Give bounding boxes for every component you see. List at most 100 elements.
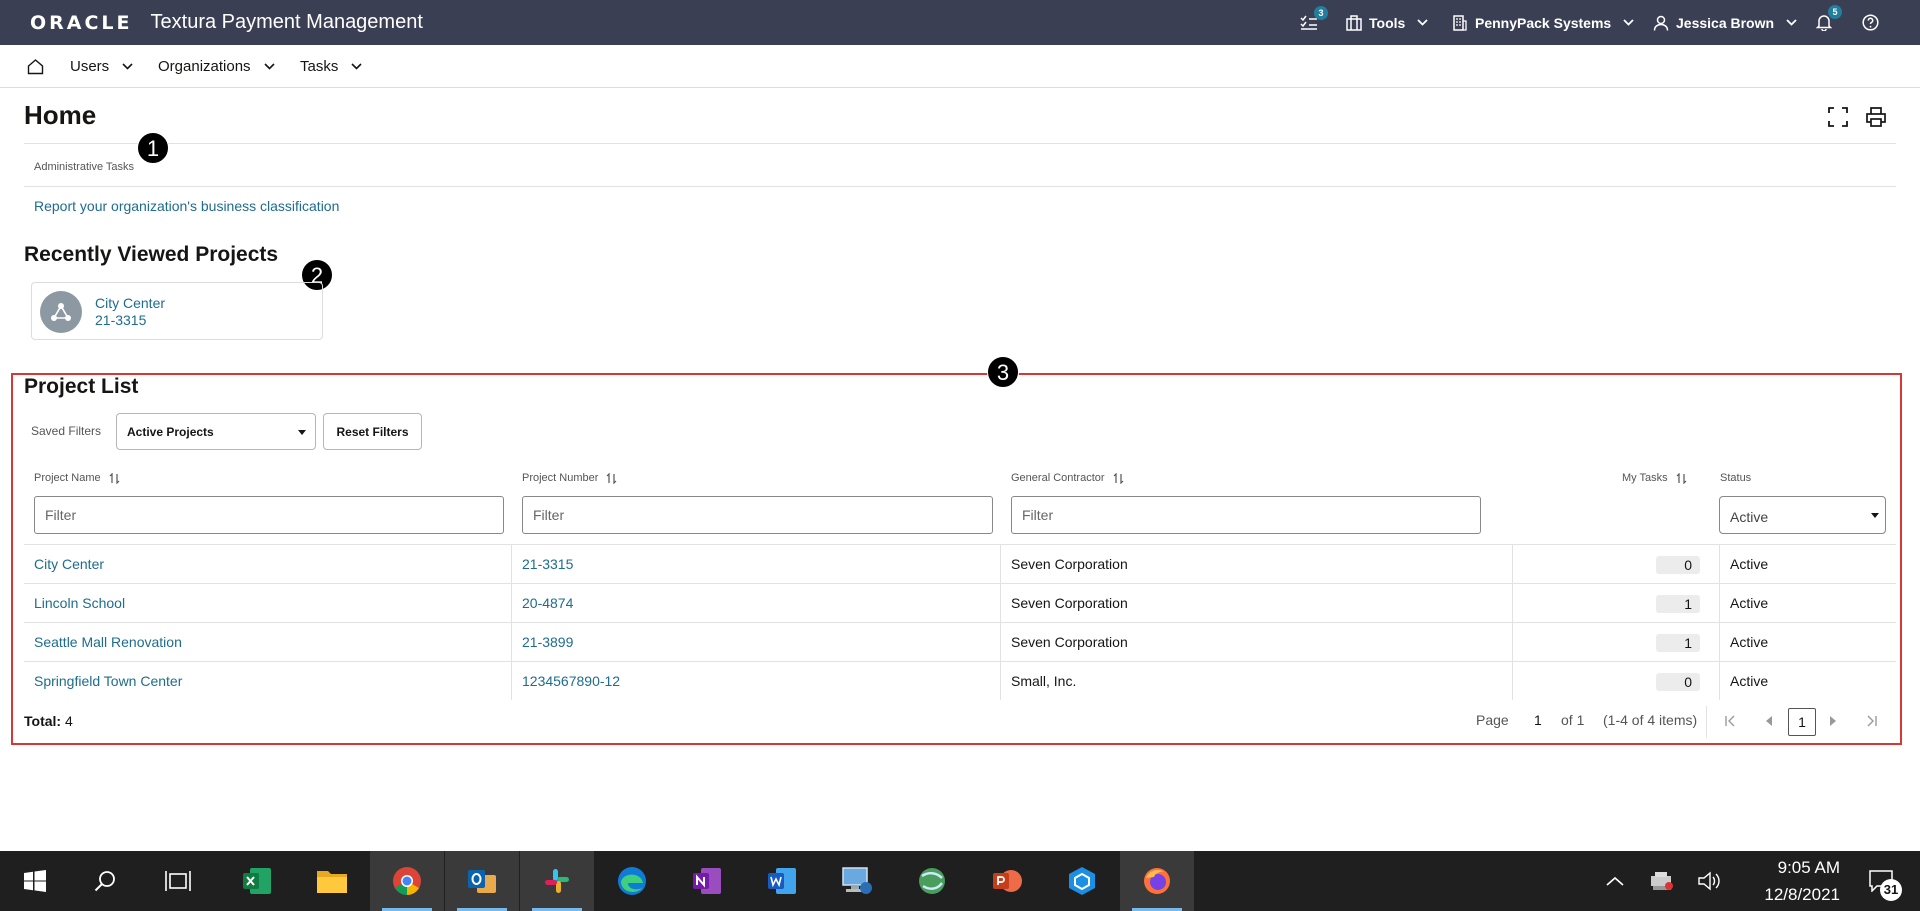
sort-icon[interactable] bbox=[1113, 472, 1124, 484]
search-button[interactable] bbox=[70, 851, 140, 911]
taskbar-outlook[interactable] bbox=[445, 851, 519, 911]
brand[interactable]: ORACLE Textura Payment Management bbox=[30, 9, 423, 36]
project-number-link[interactable]: 21-3899 bbox=[522, 634, 573, 650]
tray-volume[interactable] bbox=[1692, 851, 1726, 911]
sort-icon[interactable] bbox=[109, 472, 120, 484]
print-button[interactable] bbox=[1863, 104, 1889, 130]
app-name: Textura Payment Management bbox=[150, 11, 423, 33]
current-page-button[interactable]: 1 bbox=[1788, 708, 1816, 736]
nav-tasks[interactable]: Tasks bbox=[300, 45, 362, 88]
status-cell: Active bbox=[1719, 584, 1896, 622]
action-center-button[interactable]: 31 bbox=[1856, 851, 1906, 911]
recent-project-card[interactable]: City Center 21-3315 bbox=[31, 282, 323, 340]
chevron-down-icon bbox=[263, 63, 275, 70]
folder-icon bbox=[317, 871, 347, 893]
help-button[interactable] bbox=[1862, 0, 1886, 45]
first-page-button[interactable] bbox=[1719, 710, 1741, 732]
chevron-down-icon bbox=[122, 63, 133, 70]
project-number-link[interactable]: 20-4874 bbox=[522, 595, 573, 611]
help-icon bbox=[1862, 14, 1879, 31]
building-icon bbox=[1453, 14, 1467, 31]
project-name-link[interactable]: Seattle Mall Renovation bbox=[34, 634, 182, 650]
taskbar-app-hex[interactable] bbox=[1045, 851, 1119, 911]
tasks-checklist-button[interactable]: 3 bbox=[1300, 0, 1328, 45]
notification-count-badge: 31 bbox=[1880, 879, 1902, 901]
network-drive-icon bbox=[1651, 872, 1673, 890]
page-number-input[interactable]: 1 bbox=[1534, 712, 1542, 728]
nav-tasks-label: Tasks bbox=[300, 58, 339, 75]
taskbar-app-globe[interactable] bbox=[895, 851, 969, 911]
taskbar-file-explorer[interactable] bbox=[295, 851, 369, 911]
caret-right-icon bbox=[1830, 716, 1836, 726]
os-taskbar: 9:05 AM 12/8/2021 31 bbox=[0, 851, 1920, 911]
taskbar-remote-desktop[interactable] bbox=[820, 851, 894, 911]
taskbar-edge[interactable] bbox=[595, 851, 669, 911]
remote-desktop-icon bbox=[842, 867, 872, 894]
tasks-badge: 3 bbox=[1314, 6, 1328, 20]
project-name-link[interactable]: Springfield Town Center bbox=[34, 673, 182, 689]
status-filter-select[interactable]: Active bbox=[1719, 496, 1886, 534]
recently-viewed-title: Recently Viewed Projects bbox=[24, 243, 279, 266]
items-range: (1-4 of 4 items) bbox=[1603, 712, 1698, 728]
column-header-my-tasks[interactable]: My Tasks bbox=[1622, 471, 1687, 485]
taskbar-excel[interactable] bbox=[220, 851, 294, 911]
taskbar-slack[interactable] bbox=[520, 851, 594, 911]
column-header-general-contractor[interactable]: General Contractor bbox=[1011, 471, 1124, 485]
organization-label: PennyPack Systems bbox=[1475, 14, 1612, 31]
recent-project-name[interactable]: City Center bbox=[95, 295, 165, 312]
last-page-button[interactable] bbox=[1861, 710, 1883, 732]
column-label: My Tasks bbox=[1622, 472, 1668, 484]
reset-filters-button[interactable]: Reset Filters bbox=[323, 413, 422, 450]
tools-menu[interactable]: Tools bbox=[1346, 0, 1435, 45]
windows-icon bbox=[24, 870, 46, 892]
status-cell: Active bbox=[1719, 662, 1896, 700]
home-button[interactable] bbox=[27, 45, 44, 88]
my-tasks-count: 0 bbox=[1656, 673, 1700, 691]
column-header-project-name[interactable]: Project Name bbox=[34, 471, 120, 485]
nav-organizations[interactable]: Organizations bbox=[158, 45, 275, 88]
project-name-link[interactable]: Lincoln School bbox=[34, 595, 125, 611]
powerpoint-icon bbox=[993, 870, 1022, 892]
project-number-filter[interactable] bbox=[522, 496, 993, 534]
start-button[interactable] bbox=[0, 851, 70, 911]
admin-tasks-heading: Administrative Tasks bbox=[34, 161, 135, 173]
notifications-button[interactable]: 5 bbox=[1816, 0, 1842, 45]
total-label: Total: bbox=[24, 713, 62, 729]
show-hidden-icons-button[interactable] bbox=[1598, 851, 1632, 911]
project-name-filter[interactable] bbox=[34, 496, 504, 534]
sort-icon[interactable] bbox=[1676, 472, 1687, 484]
saved-filters-select[interactable]: Active Projects bbox=[116, 413, 316, 450]
excel-icon bbox=[243, 868, 271, 894]
project-number-link[interactable]: 21-3315 bbox=[522, 556, 573, 572]
taskbar-word[interactable] bbox=[745, 851, 819, 911]
task-view-button[interactable] bbox=[143, 851, 213, 911]
user-menu[interactable]: Jessica Brown bbox=[1653, 0, 1804, 45]
organization-menu[interactable]: PennyPack Systems bbox=[1452, 0, 1641, 45]
toolbox-icon bbox=[1346, 14, 1362, 31]
hexagon-app-icon bbox=[1069, 867, 1095, 895]
sort-icon[interactable] bbox=[606, 472, 617, 484]
business-classification-link[interactable]: Report your organization's business clas… bbox=[34, 198, 339, 214]
previous-page-button[interactable] bbox=[1758, 710, 1780, 732]
chevron-down-icon bbox=[351, 63, 362, 70]
tray-network[interactable] bbox=[1645, 851, 1679, 911]
system-clock[interactable]: 9:05 AM 12/8/2021 bbox=[1740, 854, 1840, 908]
project-name-link[interactable]: City Center bbox=[34, 556, 104, 572]
word-icon bbox=[768, 868, 796, 894]
next-page-button[interactable] bbox=[1822, 710, 1844, 732]
taskbar-chrome[interactable] bbox=[370, 851, 444, 911]
taskbar-powerpoint[interactable] bbox=[970, 851, 1044, 911]
chrome-icon bbox=[393, 867, 421, 895]
recent-project-number[interactable]: 21-3315 bbox=[95, 312, 165, 329]
nav-users[interactable]: Users bbox=[70, 45, 133, 88]
taskbar-firefox[interactable] bbox=[1120, 851, 1194, 911]
table-row: City Center 21-3315 Seven Corporation 0 … bbox=[24, 544, 1896, 583]
my-tasks-count: 1 bbox=[1656, 634, 1700, 652]
contractor-cell: Seven Corporation bbox=[1001, 584, 1513, 622]
project-number-link[interactable]: 1234567890-12 bbox=[522, 673, 620, 689]
general-contractor-filter[interactable] bbox=[1011, 496, 1481, 534]
column-label: Project Name bbox=[34, 472, 101, 484]
taskbar-onenote[interactable] bbox=[670, 851, 744, 911]
column-header-project-number[interactable]: Project Number bbox=[522, 471, 617, 485]
fullscreen-button[interactable] bbox=[1825, 104, 1851, 130]
